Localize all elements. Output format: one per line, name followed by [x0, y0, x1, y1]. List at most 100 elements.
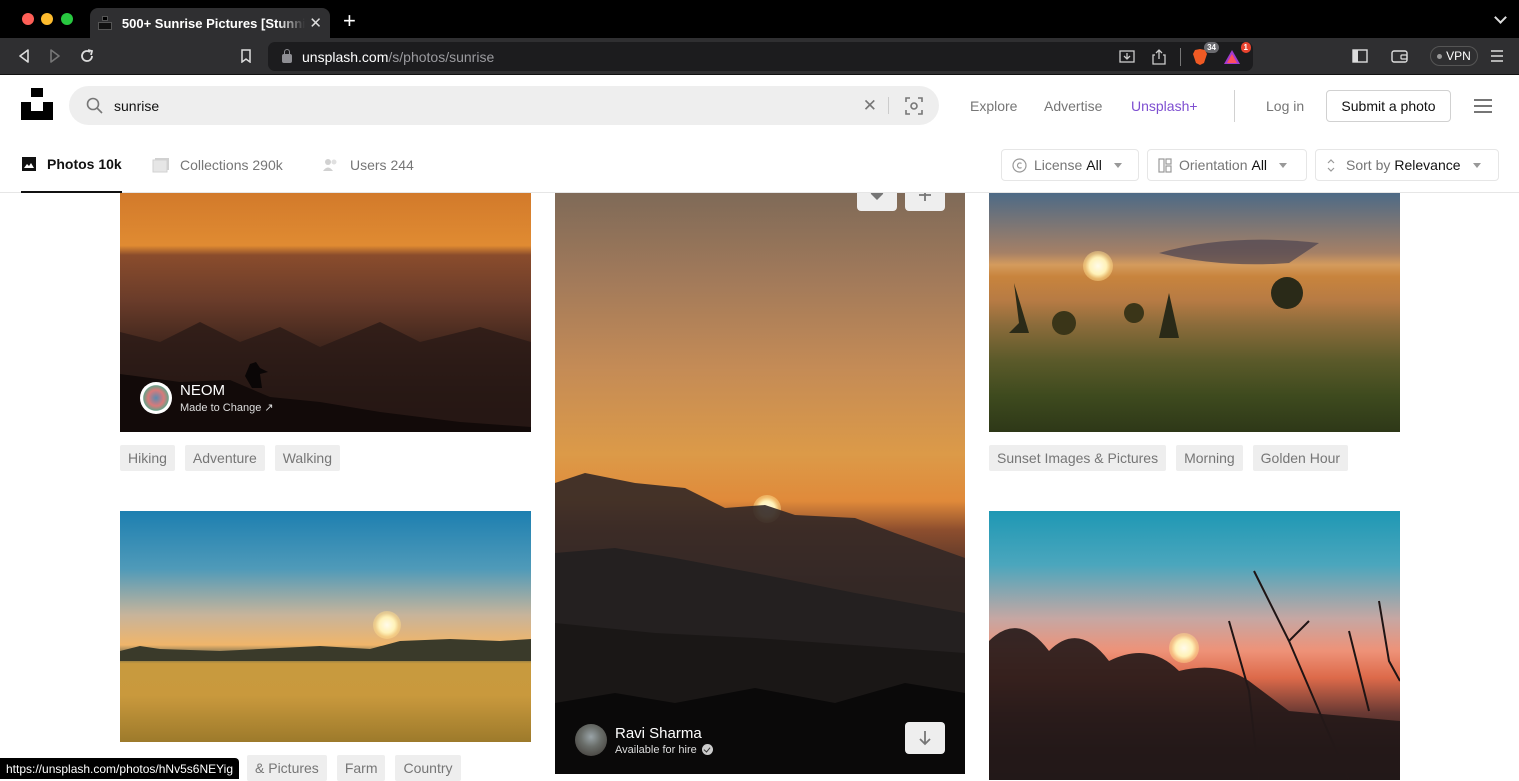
vpn-label: VPN	[1446, 49, 1471, 63]
shields-badge: 34	[1204, 41, 1219, 53]
zoom-window-button[interactable]	[61, 13, 73, 25]
photo-card[interactable]	[989, 193, 1400, 432]
tag-link[interactable]: Country	[395, 755, 461, 781]
wallet-button[interactable]	[1390, 46, 1410, 66]
tag-link[interactable]: Hiking	[120, 445, 175, 471]
tab-photos[interactable]: Photos 10k	[21, 137, 122, 193]
minimize-window-button[interactable]	[41, 13, 53, 25]
photo-author[interactable]: NEOM Made to Change ↗	[140, 382, 274, 414]
bookmark-button[interactable]	[236, 46, 256, 66]
tab-collections[interactable]: Collections 290k	[152, 137, 283, 193]
tab-users[interactable]: Users 244	[322, 137, 414, 193]
brave-shields-button[interactable]: 34	[1189, 41, 1219, 68]
photo-icon	[22, 157, 36, 171]
download-install-icon	[1119, 49, 1135, 63]
license-filter-label: License	[1034, 157, 1083, 173]
plus-icon	[919, 193, 931, 201]
share-icon	[1152, 48, 1166, 65]
browser-titlebar: 500+ Sunrise Pictures [Stunning ✕ +	[0, 0, 1519, 38]
search-subnav: Photos 10k Collections 290k Users 244 Li…	[0, 137, 1519, 193]
photo-tags: Sunset Images & Pictures Morning Golden …	[989, 445, 1349, 471]
clear-search-icon[interactable]: ✕	[863, 96, 877, 116]
lock-icon	[282, 48, 292, 63]
download-button[interactable]	[905, 722, 945, 754]
chevron-down-icon	[1279, 162, 1288, 168]
like-button[interactable]	[857, 193, 897, 211]
orientation-filter[interactable]: Orientation All	[1147, 149, 1307, 181]
chevron-down-icon	[1113, 162, 1122, 168]
forward-button[interactable]	[45, 46, 65, 66]
forward-arrow-icon	[50, 49, 60, 63]
url-path: /s/photos/sunrise	[388, 48, 495, 65]
site-menu-icon[interactable]	[1474, 99, 1492, 113]
reload-icon	[81, 49, 94, 62]
close-window-button[interactable]	[22, 13, 34, 25]
tab-users-label: Users 244	[350, 157, 414, 173]
bookmark-icon	[241, 49, 251, 63]
photo-card[interactable]: Ravi Sharma Available for hire	[555, 193, 965, 774]
nav-explore[interactable]: Explore	[970, 98, 1017, 114]
visual-search-icon[interactable]	[905, 97, 923, 115]
share-button[interactable]	[1148, 46, 1170, 68]
nav-advertise[interactable]: Advertise	[1044, 98, 1102, 114]
author-subtitle: Available for hire	[615, 743, 697, 756]
chevron-down-icon	[1472, 162, 1481, 168]
site-header: ✕ Explore Advertise Unsplash+ Log in Sub…	[0, 75, 1519, 137]
vpn-button[interactable]: VPN	[1430, 46, 1478, 66]
back-arrow-icon	[19, 49, 29, 63]
address-bar[interactable]: unsplash.com/s/photos/sunrise 34 1	[268, 41, 1253, 71]
new-tab-button[interactable]: +	[343, 10, 356, 32]
verified-check-icon	[701, 744, 713, 755]
author-subtitle: Made to Change ↗	[180, 402, 274, 414]
login-link[interactable]: Log in	[1266, 98, 1304, 114]
nav-unsplash-plus[interactable]: Unsplash+	[1131, 98, 1198, 114]
tag-link[interactable]: Walking	[274, 445, 341, 471]
copyright-icon	[1012, 157, 1027, 173]
unsplash-favicon-icon	[98, 16, 112, 30]
photo-card[interactable]	[989, 511, 1400, 780]
tag-link[interactable]: Farm	[336, 755, 386, 781]
install-app-button[interactable]	[1116, 46, 1138, 68]
browser-tab-active[interactable]: 500+ Sunrise Pictures [Stunning ✕	[90, 8, 330, 38]
search-bar: ✕	[69, 86, 939, 125]
wallet-icon	[1391, 50, 1408, 63]
sidebar-icon	[1352, 49, 1368, 63]
photo-author[interactable]: Ravi Sharma Available for hire	[575, 724, 713, 756]
heart-icon	[870, 193, 884, 200]
photo-card[interactable]: NEOM Made to Change ↗	[120, 193, 531, 432]
sort-filter-label: Sort by	[1346, 157, 1391, 173]
add-to-collection-button[interactable]	[905, 193, 945, 211]
tab-close-icon[interactable]: ✕	[309, 14, 322, 32]
orientation-filter-label: Orientation	[1179, 157, 1248, 173]
photo-tags: Hiking Adventure Walking	[120, 445, 341, 471]
meadow-silhouette	[1009, 239, 1319, 338]
unsplash-logo[interactable]	[21, 88, 53, 120]
browser-menu-button[interactable]	[1487, 46, 1507, 66]
tag-link[interactable]: Morning	[1176, 445, 1243, 471]
search-input[interactable]	[114, 97, 814, 114]
tab-collections-label: Collections 290k	[180, 157, 283, 173]
tag-link[interactable]: Golden Hour	[1252, 445, 1349, 471]
tab-title: 500+ Sunrise Pictures [Stunning	[121, 15, 306, 31]
photo-card[interactable]	[120, 511, 531, 742]
license-filter[interactable]: License All	[1001, 149, 1139, 181]
tag-link[interactable]: Adventure	[184, 445, 265, 471]
back-button[interactable]	[14, 46, 34, 66]
search-icon	[86, 97, 103, 114]
tag-link[interactable]: Sunset Images & Pictures	[989, 445, 1167, 471]
tab-list-chevron-icon[interactable]	[1494, 11, 1507, 24]
sort-filter-value: Relevance	[1394, 157, 1461, 173]
author-avatar	[140, 382, 172, 414]
header-divider	[1234, 90, 1235, 122]
tag-link[interactable]: & Pictures	[247, 755, 327, 781]
submit-photo-button[interactable]: Submit a photo	[1326, 90, 1451, 122]
url-separator	[1180, 47, 1181, 66]
author-name: NEOM	[180, 382, 225, 399]
sidebar-toggle-button[interactable]	[1350, 46, 1370, 66]
brave-rewards-button[interactable]: 1	[1221, 41, 1251, 68]
sort-filter[interactable]: Sort by Relevance	[1315, 149, 1499, 181]
reload-button[interactable]	[77, 46, 97, 66]
treeline-silhouette	[120, 639, 531, 661]
hamburger-menu-icon	[1491, 50, 1503, 62]
orientation-filter-value: All	[1251, 157, 1268, 173]
